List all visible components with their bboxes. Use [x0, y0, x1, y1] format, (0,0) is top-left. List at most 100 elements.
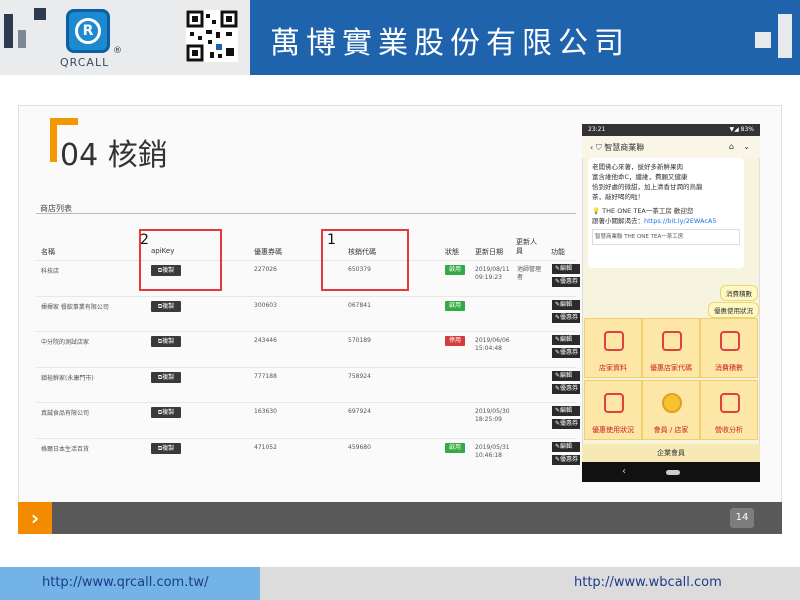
updated-time: 15:04:48 [475, 345, 502, 352]
deco-bar [4, 14, 13, 48]
coupon-code: 471052 [254, 443, 277, 451]
marker-2: 2 [140, 232, 149, 248]
coupon-code: 227026 [254, 266, 277, 273]
copy-apikey-button[interactable]: ⧉複製 [151, 371, 181, 383]
chevron-down-icon[interactable]: ⌄ [743, 142, 750, 151]
coupon-label: 優惠券 [560, 455, 579, 463]
company-name: 萬博實業股份有限公司 [270, 26, 630, 61]
chat-bubble: 優惠使用狀況 [708, 302, 759, 318]
table-row: 鎮裕鮮家(永康門市) ⧉複製 777188 758924 ✎編輯 ✎優惠券 [36, 366, 580, 403]
store-name: 中分院的測試店家 [41, 339, 90, 346]
coupon-button[interactable]: ✎優惠券 [552, 312, 580, 323]
coupon-label: 優惠券 [560, 278, 579, 285]
tile-label: 優惠使用狀況 [592, 426, 634, 434]
status-badge: 啟用 [445, 442, 465, 453]
coupon-button[interactable]: ✎優惠券 [552, 348, 580, 358]
updated-time: 10:46:18 [475, 451, 502, 459]
copy-label: 複製 [162, 302, 175, 310]
tile-label: 會員 / 店家 [653, 426, 689, 434]
edit-label: 編輯 [560, 300, 573, 308]
qr-code-icon [186, 10, 238, 62]
link-line: 跟著小關解渴去：https://bit.ly/2EWAcA5 [592, 216, 740, 226]
copy-apikey-button[interactable]: ⧉複製 [151, 336, 181, 347]
home-icon[interactable]: ⌂ [729, 142, 734, 151]
table-divider [36, 213, 576, 214]
column-header-name: 名稱 [41, 248, 55, 256]
copy-apikey-button[interactable]: ⧉複製 [151, 300, 181, 312]
tile-label: 消費積數 [715, 364, 743, 372]
marker-1: 1 [327, 232, 336, 248]
copy-label: 複製 [162, 373, 175, 381]
column-header-updater: 更新人員 [516, 238, 537, 255]
coupon-code: 777188 [254, 372, 277, 380]
edit-button[interactable]: ✎編輯 [552, 299, 580, 310]
promo-link[interactable]: https://bit.ly/2EWAcA5 [644, 217, 717, 225]
edit-label: 編輯 [560, 442, 573, 450]
deco-square [755, 32, 771, 48]
back-nav-icon[interactable]: ‹ [622, 466, 626, 477]
menu-tile-revenue[interactable]: 營收分析 [700, 380, 758, 440]
coupon-button[interactable]: ✎優惠券 [552, 277, 580, 287]
chat-bubble: 消費積數 [720, 285, 758, 301]
column-header-updated-date: 更新日期 [475, 248, 503, 256]
menu-tile-store-info[interactable]: 店家資料 [584, 318, 642, 378]
status-badge: 啟用 [445, 300, 465, 311]
store-name: 真誠食品有限公司 [41, 410, 90, 417]
column-header-status: 狀態 [445, 248, 459, 256]
tile-label: 優惠店家代碼 [650, 364, 692, 372]
slide-footer-band [52, 502, 782, 534]
chat-line: 老闆佛心來著，拔好多新鮮果肉 [592, 163, 683, 171]
coupon-button[interactable]: ✎優惠券 [552, 383, 580, 394]
status-badge: 停用 [445, 336, 465, 346]
updated-time: 09:19:23 [475, 274, 502, 281]
menu-tile-coupon-usage[interactable]: 優惠使用狀況 [584, 380, 642, 440]
edit-button[interactable]: ✎編輯 [552, 264, 580, 274]
verify-code: 758924 [348, 372, 371, 380]
link-preview-card[interactable]: 智慧商業聯 THE ONE TEA一茶工房 [592, 229, 740, 245]
updated-date: 2019/05/31 [475, 443, 510, 451]
deco-bar [18, 30, 26, 48]
coupon-button[interactable]: ✎優惠券 [552, 419, 580, 429]
table-row: 真誠食品有限公司 ⧉複製 163630 697924 2019/05/30 18:25:0… [36, 402, 580, 438]
updated-date: 2019/06/06 [475, 337, 510, 344]
highlight-apikey [139, 229, 222, 291]
status-badge: 啟用 [445, 265, 465, 275]
edit-button[interactable]: ✎編輯 [552, 335, 580, 345]
edit-label: 編輯 [560, 371, 573, 379]
bottom-menu-label[interactable]: 企業會員 [582, 444, 760, 462]
deco-square [34, 8, 46, 20]
copy-apikey-button[interactable]: ⧉複製 [151, 442, 181, 454]
coupon-label: 優惠券 [560, 313, 579, 321]
verify-code: 697924 [348, 408, 371, 415]
edit-button[interactable]: ✎編輯 [552, 441, 580, 452]
menu-tile-coupon-code[interactable]: 優惠店家代碼 [642, 318, 700, 378]
footer-url-wbcall[interactable]: http://www.wbcall.com [574, 575, 722, 590]
arrow-icon: › [18, 502, 52, 534]
home-nav-icon[interactable] [666, 470, 680, 475]
page-number: 14 [730, 508, 754, 528]
chart-pin-icon [720, 393, 740, 413]
coupon-button[interactable]: ✎優惠券 [552, 454, 580, 465]
coupon-label: 優惠券 [560, 384, 579, 392]
edit-label: 編輯 [560, 265, 573, 272]
verify-code: 459680 [348, 443, 371, 451]
coupon-label: 優惠券 [560, 420, 579, 427]
deco-bar [778, 14, 792, 58]
phone-system-nav: ‹ [582, 462, 760, 482]
edit-button[interactable]: ✎編輯 [552, 370, 580, 381]
menu-tile-points[interactable]: 消費積數 [700, 318, 758, 378]
coupon-code: 243446 [254, 337, 277, 344]
coupon-label: 優惠券 [560, 349, 579, 356]
table-row: 揮揮家 餐飲事業有限公司 ⧉複製 300603 067841 啟用 ✎編輯 ✎優惠券 [36, 295, 580, 332]
edit-button[interactable]: ✎編輯 [552, 406, 580, 416]
coupon-code: 163630 [254, 408, 277, 415]
lion-icon [662, 393, 682, 413]
registered-mark: ® [113, 46, 122, 56]
chat-line: 恰到好處的微甜，加上清香甘潤的烏龍 [592, 183, 703, 191]
edit-label: 編輯 [560, 407, 573, 414]
footer-url-qrcall[interactable]: http://www.qrcall.com.tw/ [42, 575, 208, 590]
copy-label: 複製 [162, 338, 175, 345]
copy-apikey-button[interactable]: ⧉複製 [151, 407, 181, 418]
store-name: 揮揮家 餐飲事業有限公司 [41, 303, 109, 311]
menu-tile-member[interactable]: 會員 / 店家 [642, 380, 700, 440]
